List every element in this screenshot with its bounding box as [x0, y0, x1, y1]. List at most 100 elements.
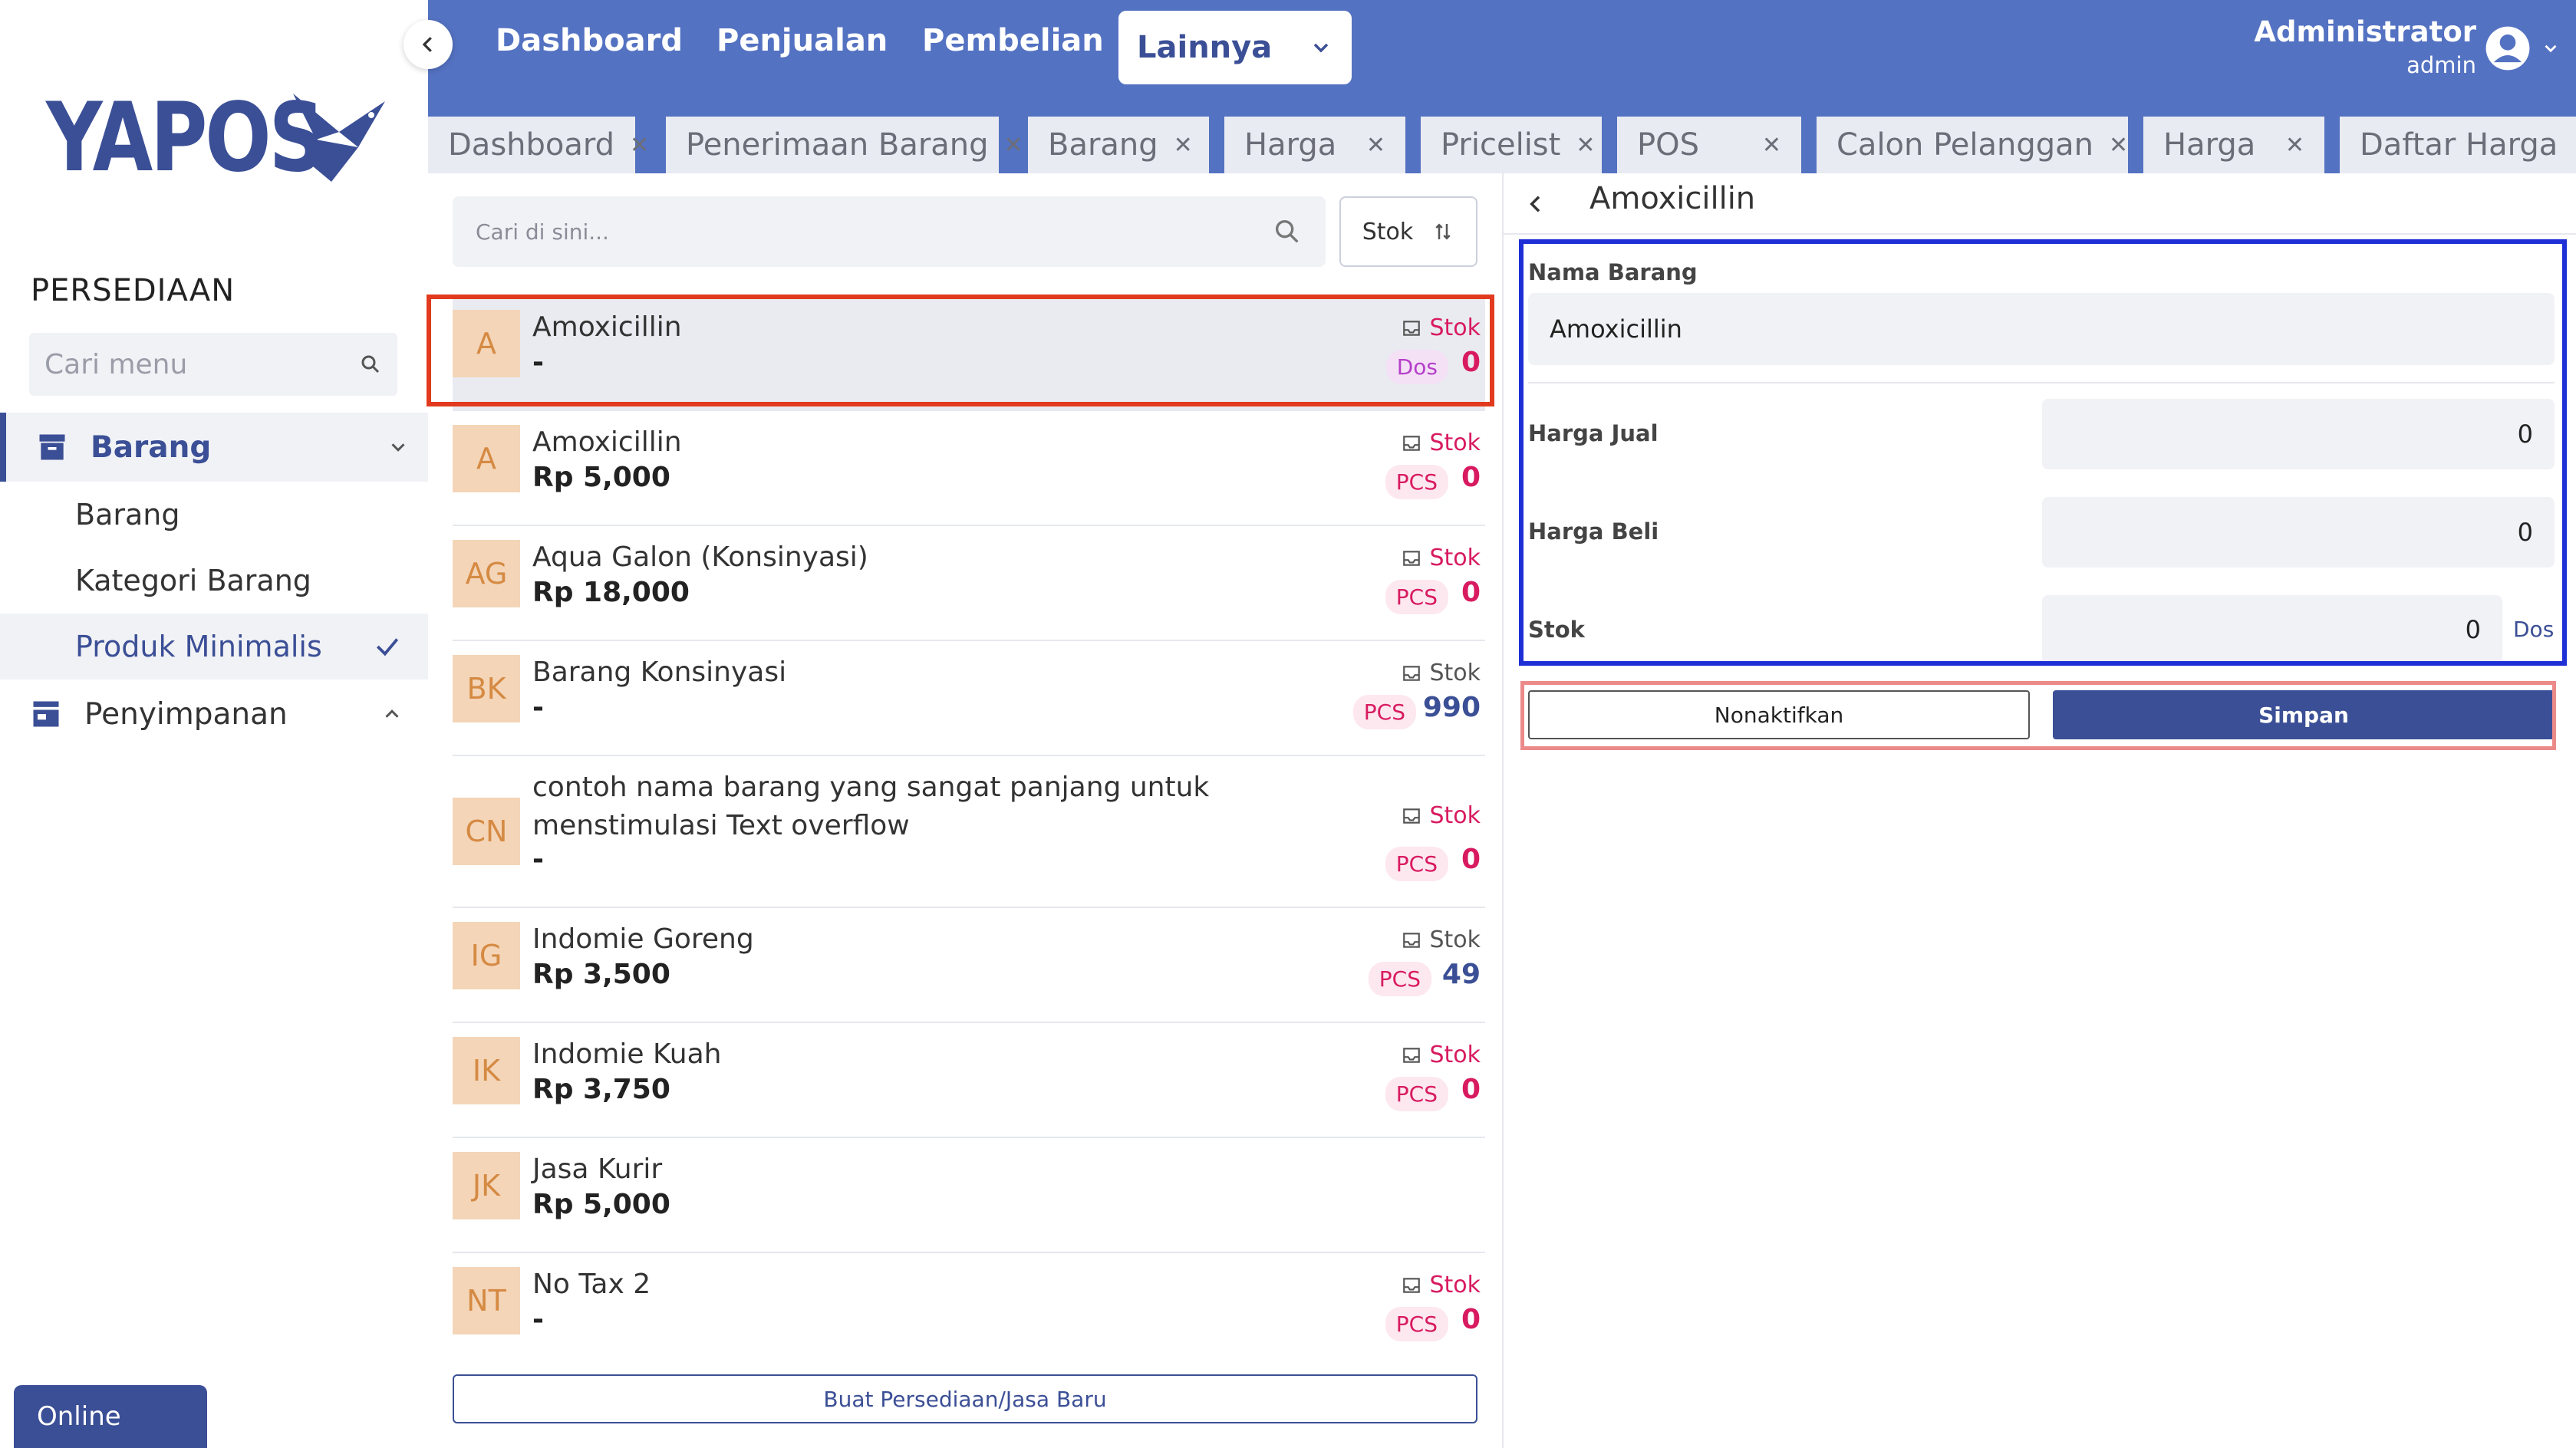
create-item-button[interactable]: Buat Persediaan/Jasa Baru: [453, 1374, 1477, 1423]
menu-search-input[interactable]: Cari menu: [29, 333, 397, 396]
tab-label: POS: [1637, 127, 1699, 163]
sidebar: YAPOS PERSEDIAAN Cari menu Barang Barang…: [0, 0, 428, 1448]
list-item[interactable]: A Amoxicillin Rp 5,000 Stok PCS 0: [453, 411, 1485, 526]
tab-label: Harga: [2163, 127, 2256, 163]
close-icon[interactable]: ✕: [1366, 132, 1385, 159]
stock-text: Stok: [1429, 1272, 1481, 1298]
top-navigation: Dashboard Penjualan Pembelian Lainnya Ad…: [428, 0, 2576, 97]
stock-quantity: 0: [1461, 1304, 1481, 1335]
item-name: Amoxicillin: [532, 426, 682, 458]
tab-penerimaan-barang[interactable]: Penerimaan Barang ✕: [666, 117, 1023, 173]
unit-badge: PCS: [1385, 465, 1448, 499]
list-item[interactable]: IG Indomie Goreng Rp 3,500 Stok PCS 49: [453, 908, 1485, 1023]
list-item[interactable]: NT No Tax 2 - Stok PCS 0: [453, 1253, 1485, 1368]
section-title: PERSEDIAAN: [31, 273, 236, 308]
nav-lainnya-label: Lainnya: [1137, 30, 1273, 65]
nav-penjualan[interactable]: Penjualan: [716, 23, 888, 58]
highlight-selected-item: [427, 295, 1494, 406]
list-item[interactable]: BK Barang Konsinyasi - Stok PCS 990: [453, 641, 1485, 756]
stock-quantity: 49: [1441, 959, 1481, 990]
item-avatar: IK: [453, 1037, 520, 1104]
sort-stok-button[interactable]: Stok: [1339, 196, 1477, 267]
stock-quantity: 990: [1422, 692, 1481, 723]
item-search-placeholder: Cari di sini...: [476, 219, 609, 245]
tab-pricelist[interactable]: Pricelist ✕: [1421, 117, 1602, 173]
inbox-icon: [1403, 932, 1421, 948]
list-item[interactable]: CN contoh nama barang yang sangat panjan…: [453, 756, 1485, 908]
item-price: -: [532, 692, 544, 723]
inbox-icon: [1403, 435, 1421, 451]
close-icon[interactable]: ✕: [1576, 132, 1595, 159]
stock-label: Stok: [1402, 429, 1481, 456]
item-search-input[interactable]: Cari di sini...: [453, 196, 1326, 267]
nav-dashboard[interactable]: Dashboard: [496, 23, 683, 58]
item-price: Rp 3,750: [532, 1074, 670, 1105]
item-price: -: [532, 1304, 544, 1335]
inbox-icon: [1403, 1277, 1421, 1293]
chevron-down-icon: [1313, 43, 1329, 53]
highlight-action-buttons: [1520, 681, 2556, 750]
stock-quantity: 0: [1461, 462, 1481, 493]
close-icon[interactable]: ✕: [2109, 132, 2128, 159]
chevron-down-icon: [391, 443, 405, 452]
stock-text: Stok: [1429, 429, 1481, 456]
inbox-icon: [1403, 550, 1421, 566]
list-item[interactable]: AG Aqua Galon (Konsinyasi) Rp 18,000 Sto…: [453, 526, 1485, 641]
sidebar-group-label: Barang: [91, 429, 212, 465]
nav-lainnya-dropdown[interactable]: Lainnya: [1118, 11, 1352, 84]
item-price: Rp 5,000: [532, 462, 670, 493]
inbox-icon: [1403, 665, 1421, 681]
collapse-sidebar-button[interactable]: [404, 20, 453, 69]
tab-daftar-harga[interactable]: Daftar Harga ✕: [2340, 117, 2576, 173]
item-avatar: A: [453, 425, 520, 492]
sidebar-item-label: Produk Minimalis: [75, 630, 322, 663]
chevron-left-icon: [422, 37, 432, 52]
tab-dashboard[interactable]: Dashboard ✕: [428, 117, 649, 173]
stock-text: Stok: [1429, 802, 1481, 829]
sidebar-group-penyimpanan[interactable]: Penyimpanan: [0, 680, 428, 749]
stock-label: Stok: [1402, 660, 1481, 686]
stock-label: Stok: [1402, 1272, 1481, 1298]
sidebar-item-produk-minimalis[interactable]: Produk Minimalis: [0, 614, 428, 680]
close-icon[interactable]: ✕: [1004, 132, 1023, 159]
menu-search-placeholder: Cari menu: [44, 348, 188, 380]
close-icon[interactable]: ✕: [1174, 132, 1193, 159]
sort-label: Stok: [1362, 218, 1414, 245]
user-name: Administrator: [2254, 15, 2476, 48]
sidebar-item-label: Barang: [75, 498, 180, 531]
user-avatar-icon[interactable]: [2484, 25, 2532, 72]
tab-calon-pelanggan[interactable]: Calon Pelanggan ✕: [1817, 117, 2128, 173]
chevron-up-icon: [385, 709, 399, 718]
nav-pembelian[interactable]: Pembelian: [922, 23, 1104, 58]
close-icon[interactable]: ✕: [630, 132, 649, 159]
tab-harga-2[interactable]: Harga ✕: [2143, 117, 2324, 173]
stock-label: Stok: [1402, 926, 1481, 953]
stock-label: Stok: [1402, 1042, 1481, 1068]
stock-label: Stok: [1402, 545, 1481, 571]
inbox-icon: [1403, 808, 1421, 824]
stock-text: Stok: [1429, 660, 1481, 686]
tab-pos[interactable]: POS ✕: [1617, 117, 1801, 173]
close-icon[interactable]: ✕: [2285, 132, 2304, 159]
back-arrow-icon[interactable]: [1524, 192, 1548, 216]
stock-text: Stok: [1429, 926, 1481, 953]
item-avatar: CN: [453, 798, 520, 865]
close-icon[interactable]: ✕: [1762, 132, 1781, 159]
chevron-down-icon[interactable]: [2541, 38, 2561, 58]
list-item[interactable]: JK Jasa Kurir Rp 5,000: [453, 1138, 1485, 1253]
list-item[interactable]: IK Indomie Kuah Rp 3,750 Stok PCS 0: [453, 1023, 1485, 1138]
tab-label: Penerimaan Barang: [686, 127, 989, 163]
item-name: Indomie Kuah: [532, 1038, 722, 1070]
sidebar-item-barang[interactable]: Barang: [0, 482, 428, 548]
tab-label: Barang: [1048, 127, 1158, 163]
item-name: Aqua Galon (Konsinyasi): [532, 541, 868, 573]
sidebar-group-barang[interactable]: Barang: [0, 413, 428, 482]
tab-label: Harga: [1244, 127, 1337, 163]
sidebar-item-kategori-barang[interactable]: Kategori Barang: [0, 548, 428, 614]
highlight-form-fields: [1519, 239, 2567, 666]
tab-barang[interactable]: Barang ✕: [1028, 117, 1209, 173]
tab-harga[interactable]: Harga ✕: [1224, 117, 1405, 173]
close-icon[interactable]: ✕: [2573, 132, 2576, 159]
item-avatar: AG: [453, 540, 520, 607]
detail-header: Amoxicillin: [1504, 173, 2576, 235]
